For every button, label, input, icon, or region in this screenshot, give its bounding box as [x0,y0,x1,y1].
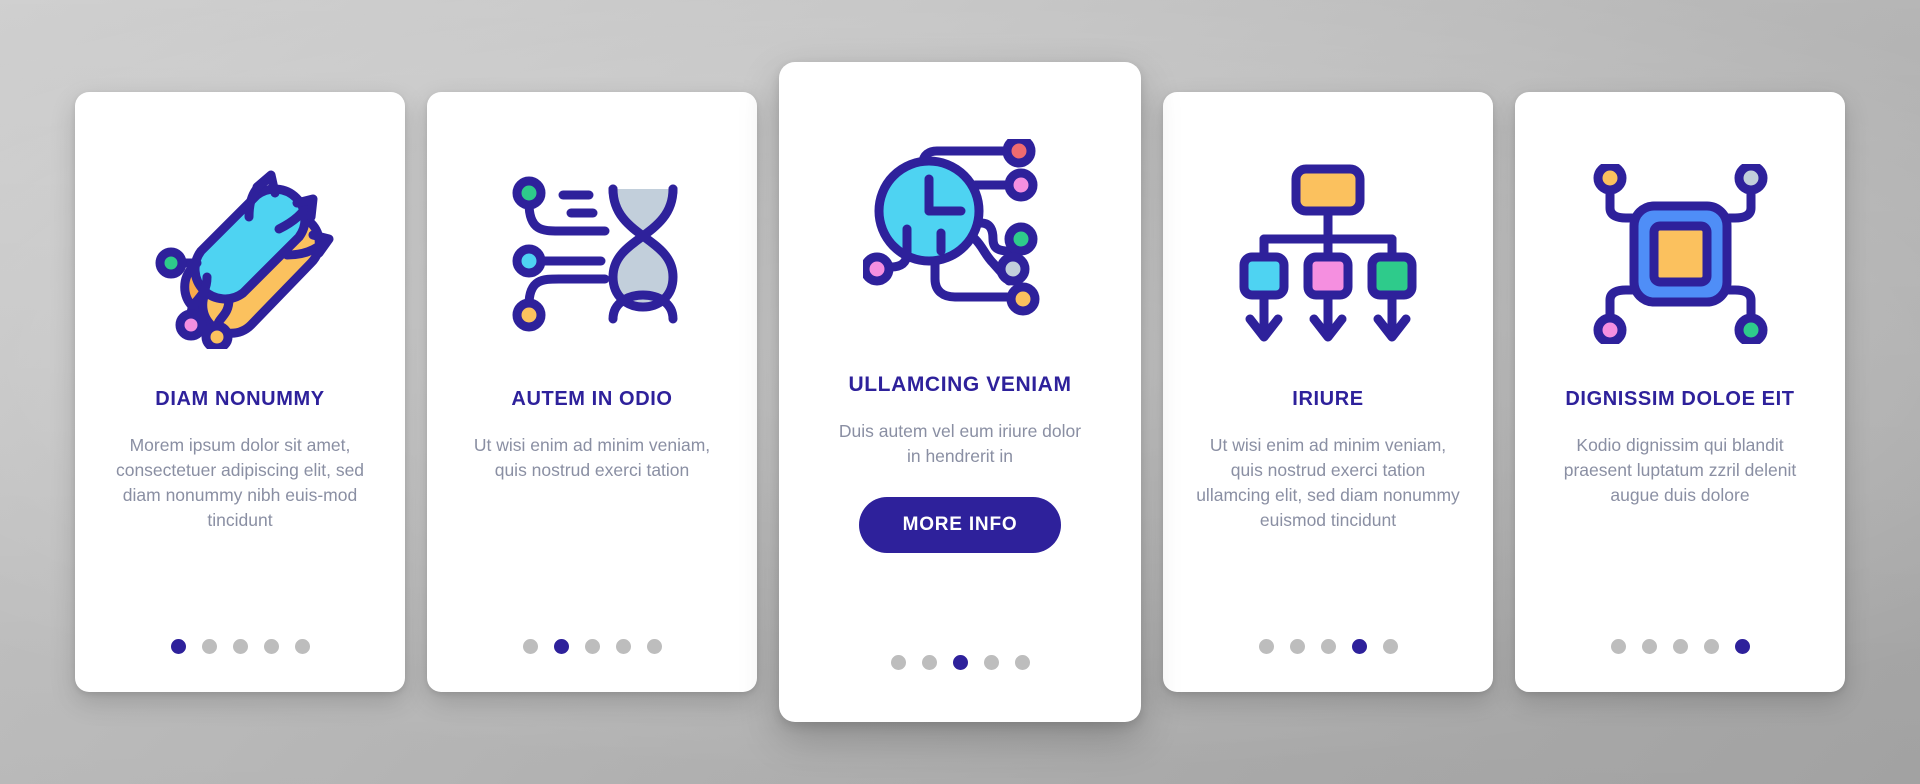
pagination-dot-2[interactable] [553,639,569,654]
pagination-dot-2[interactable] [1641,639,1657,654]
pagination-dot-2[interactable] [201,639,217,654]
pagination-dot-1[interactable] [522,639,538,654]
pagination-dots [779,655,1141,670]
pagination-dot-4[interactable] [1351,639,1367,654]
more-info-button[interactable]: MORE INFO [858,496,1062,553]
pagination-dot-4[interactable] [1703,639,1719,654]
pagination-dots [1515,639,1845,654]
pagination-dots [75,639,405,654]
card-title: DIAM NONUMMY [155,388,325,410]
pagination-dot-4[interactable] [983,655,999,670]
onboarding-card-autem-in-odio[interactable]: AUTEM IN ODIO Ut wisi enim ad minim veni… [427,92,757,692]
pagination-dot-1[interactable] [890,655,906,670]
pagination-dot-5[interactable] [1382,639,1398,654]
card-title: IRIURE [1292,388,1364,410]
pagination-dot-5[interactable] [1014,655,1030,670]
pagination-dot-3[interactable] [1320,639,1336,654]
onboarding-card-ullamcing-veniam[interactable]: ULLAMCING VENIAM Duis autem vel eum iriu… [779,62,1141,722]
pagination-dot-2[interactable] [1289,639,1305,654]
dna-helix-circuit-icon [453,126,731,381]
pagination-dot-5[interactable] [646,639,662,654]
pagination-dot-3[interactable] [952,655,968,670]
onboarding-card-diam-nonummy[interactable]: DIAM NONUMMY Morem ipsum dolor sit amet,… [75,92,405,692]
neural-network-node-icon [805,96,1115,366]
card-title: DIGNISSIM DOLOE EIT [1565,388,1795,410]
pagination-dot-1[interactable] [1610,639,1626,654]
card-description: Duis autem vel eum iriure dolor in hendr… [838,421,1082,467]
card-title: AUTEM IN ODIO [511,388,673,410]
pagination-dot-4[interactable] [615,639,631,654]
card-title: ULLAMCING VENIAM [848,373,1072,396]
pagination-dot-1[interactable] [170,639,186,654]
card-description: Kodio dignissim qui blandit praesent lup… [1563,435,1797,505]
hierarchy-flowchart-icon [1189,126,1467,381]
card-description: Morem ipsum dolor sit amet, consectetuer… [115,435,365,530]
pagination-dot-2[interactable] [921,655,937,670]
onboarding-card-iriure[interactable]: IRIURE Ut wisi enim ad minim veniam, qui… [1163,92,1493,692]
pagination-dot-5[interactable] [294,639,310,654]
pagination-dot-1[interactable] [1258,639,1274,654]
neural-nodes-arrows-icon [101,126,379,381]
pagination-dot-5[interactable] [1734,639,1750,654]
pagination-dot-3[interactable] [584,639,600,654]
pagination-dot-3[interactable] [232,639,248,654]
cpu-chip-icon [1541,126,1819,381]
pagination-dots [1163,639,1493,654]
onboarding-card-dignissim-doloe-eit[interactable]: DIGNISSIM DOLOE EIT Kodio dignissim qui … [1515,92,1845,692]
pagination-dots [427,639,757,654]
onboarding-card-carousel: DIAM NONUMMY Morem ipsum dolor sit amet,… [0,0,1920,784]
pagination-dot-3[interactable] [1672,639,1688,654]
pagination-dot-4[interactable] [263,639,279,654]
card-description: Ut wisi enim ad minim veniam, quis nostr… [473,435,711,480]
card-description: Ut wisi enim ad minim veniam, quis nostr… [1196,435,1460,530]
